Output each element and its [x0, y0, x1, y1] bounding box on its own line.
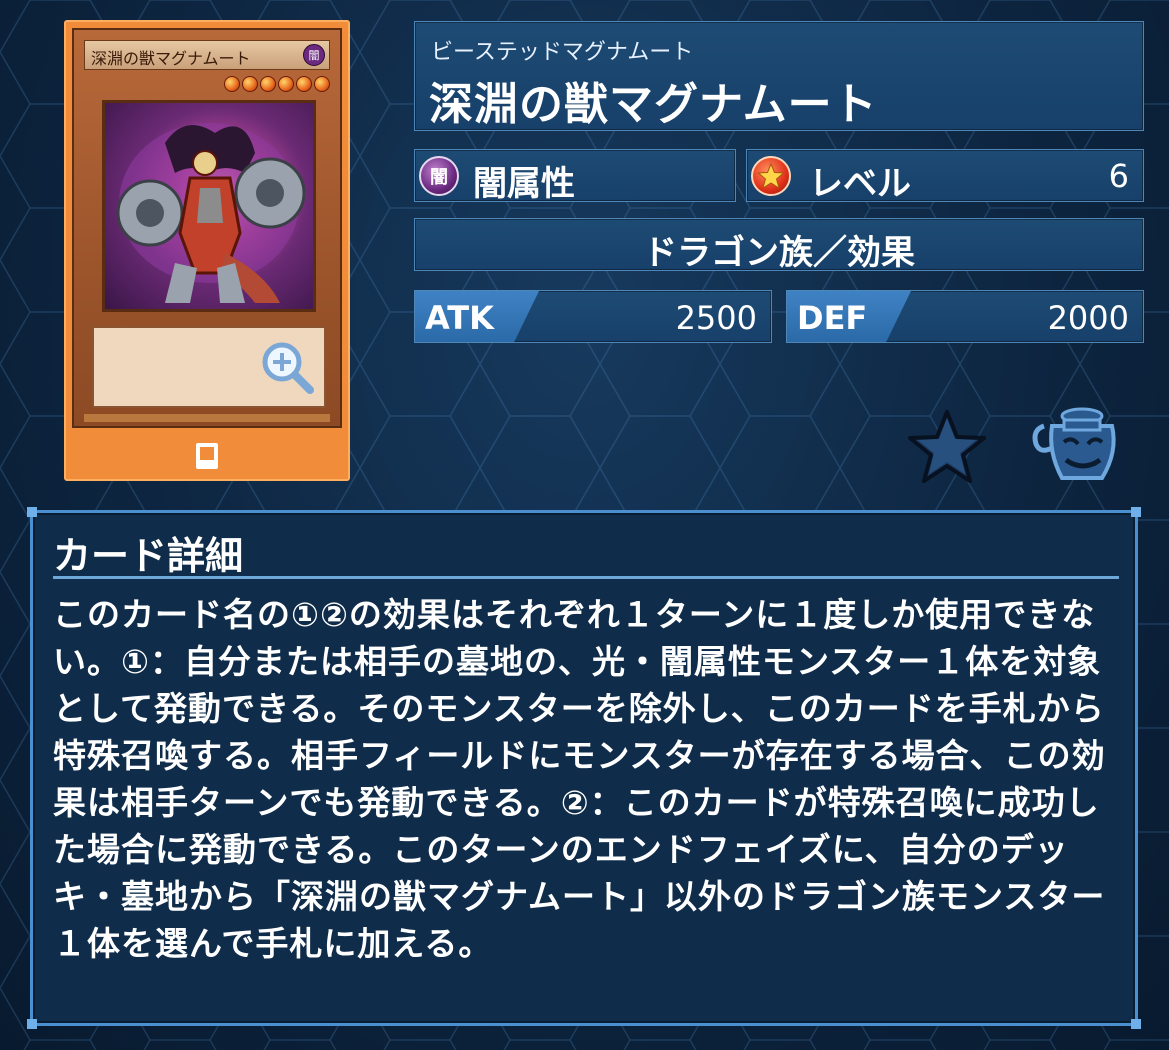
card-name-panel: ビーステッドマグナムート 深淵の獣マグナムート: [414, 21, 1144, 131]
attribute-label: 闇属性: [473, 164, 575, 204]
corner-ornament: [1131, 1019, 1141, 1029]
corner-ornament: [27, 1019, 37, 1029]
detail-title: カード詳細: [53, 534, 244, 578]
star-icon[interactable]: [906, 408, 988, 484]
type-panel: ドラゴン族／効果: [414, 218, 1144, 273]
card-text-area: [92, 326, 326, 408]
card-name-reading: ビーステッドマグナムート: [431, 40, 694, 65]
card-attribute-mini-icon: 闇: [303, 44, 325, 66]
level-panel: レベル 6: [746, 149, 1144, 204]
card-effect-text: このカード名の①②の効果はそれぞれ１ターンに１度しか使用できない。①：自分または…: [53, 595, 1106, 963]
def-value: 2000: [1047, 299, 1129, 337]
card-image[interactable]: 深淵の獣マグナムート 闇: [64, 20, 350, 481]
dark-attribute-icon: 闇: [419, 156, 459, 196]
card-artwork: [102, 100, 316, 312]
card-type-strip: [66, 432, 348, 479]
card-name: 深淵の獣マグナムート: [429, 79, 878, 130]
pot-of-greed-icon[interactable]: [1028, 402, 1126, 488]
def-panel: DEF 2000: [786, 290, 1144, 343]
level-label: レベル: [809, 164, 911, 204]
divider: [53, 576, 1119, 579]
card-footer: [84, 414, 330, 422]
card-image-name: 深淵の獣マグナムート 闇: [84, 40, 330, 70]
card-art-frame: 深淵の獣マグナムート 闇: [72, 28, 342, 428]
card-icon: [196, 442, 218, 469]
monster-type: ドラゴン族／効果: [643, 233, 915, 273]
corner-ornament: [27, 507, 37, 517]
atk-panel: ATK 2500: [414, 290, 772, 343]
corner-ornament: [1131, 507, 1141, 517]
card-level-stars: [224, 76, 330, 94]
level-star-icon: [751, 156, 791, 196]
attribute-panel: 闇 闇属性: [414, 149, 736, 204]
zoom-in-icon[interactable]: [260, 340, 316, 396]
atk-value: 2500: [675, 299, 757, 337]
atk-label: ATK: [425, 299, 494, 337]
card-detail-box: カード詳細 このカード名の①②の効果はそれぞれ１ターンに１度しか使用できない。①…: [27, 507, 1141, 1029]
level-value: 6: [1108, 157, 1129, 195]
def-label: DEF: [797, 299, 868, 337]
